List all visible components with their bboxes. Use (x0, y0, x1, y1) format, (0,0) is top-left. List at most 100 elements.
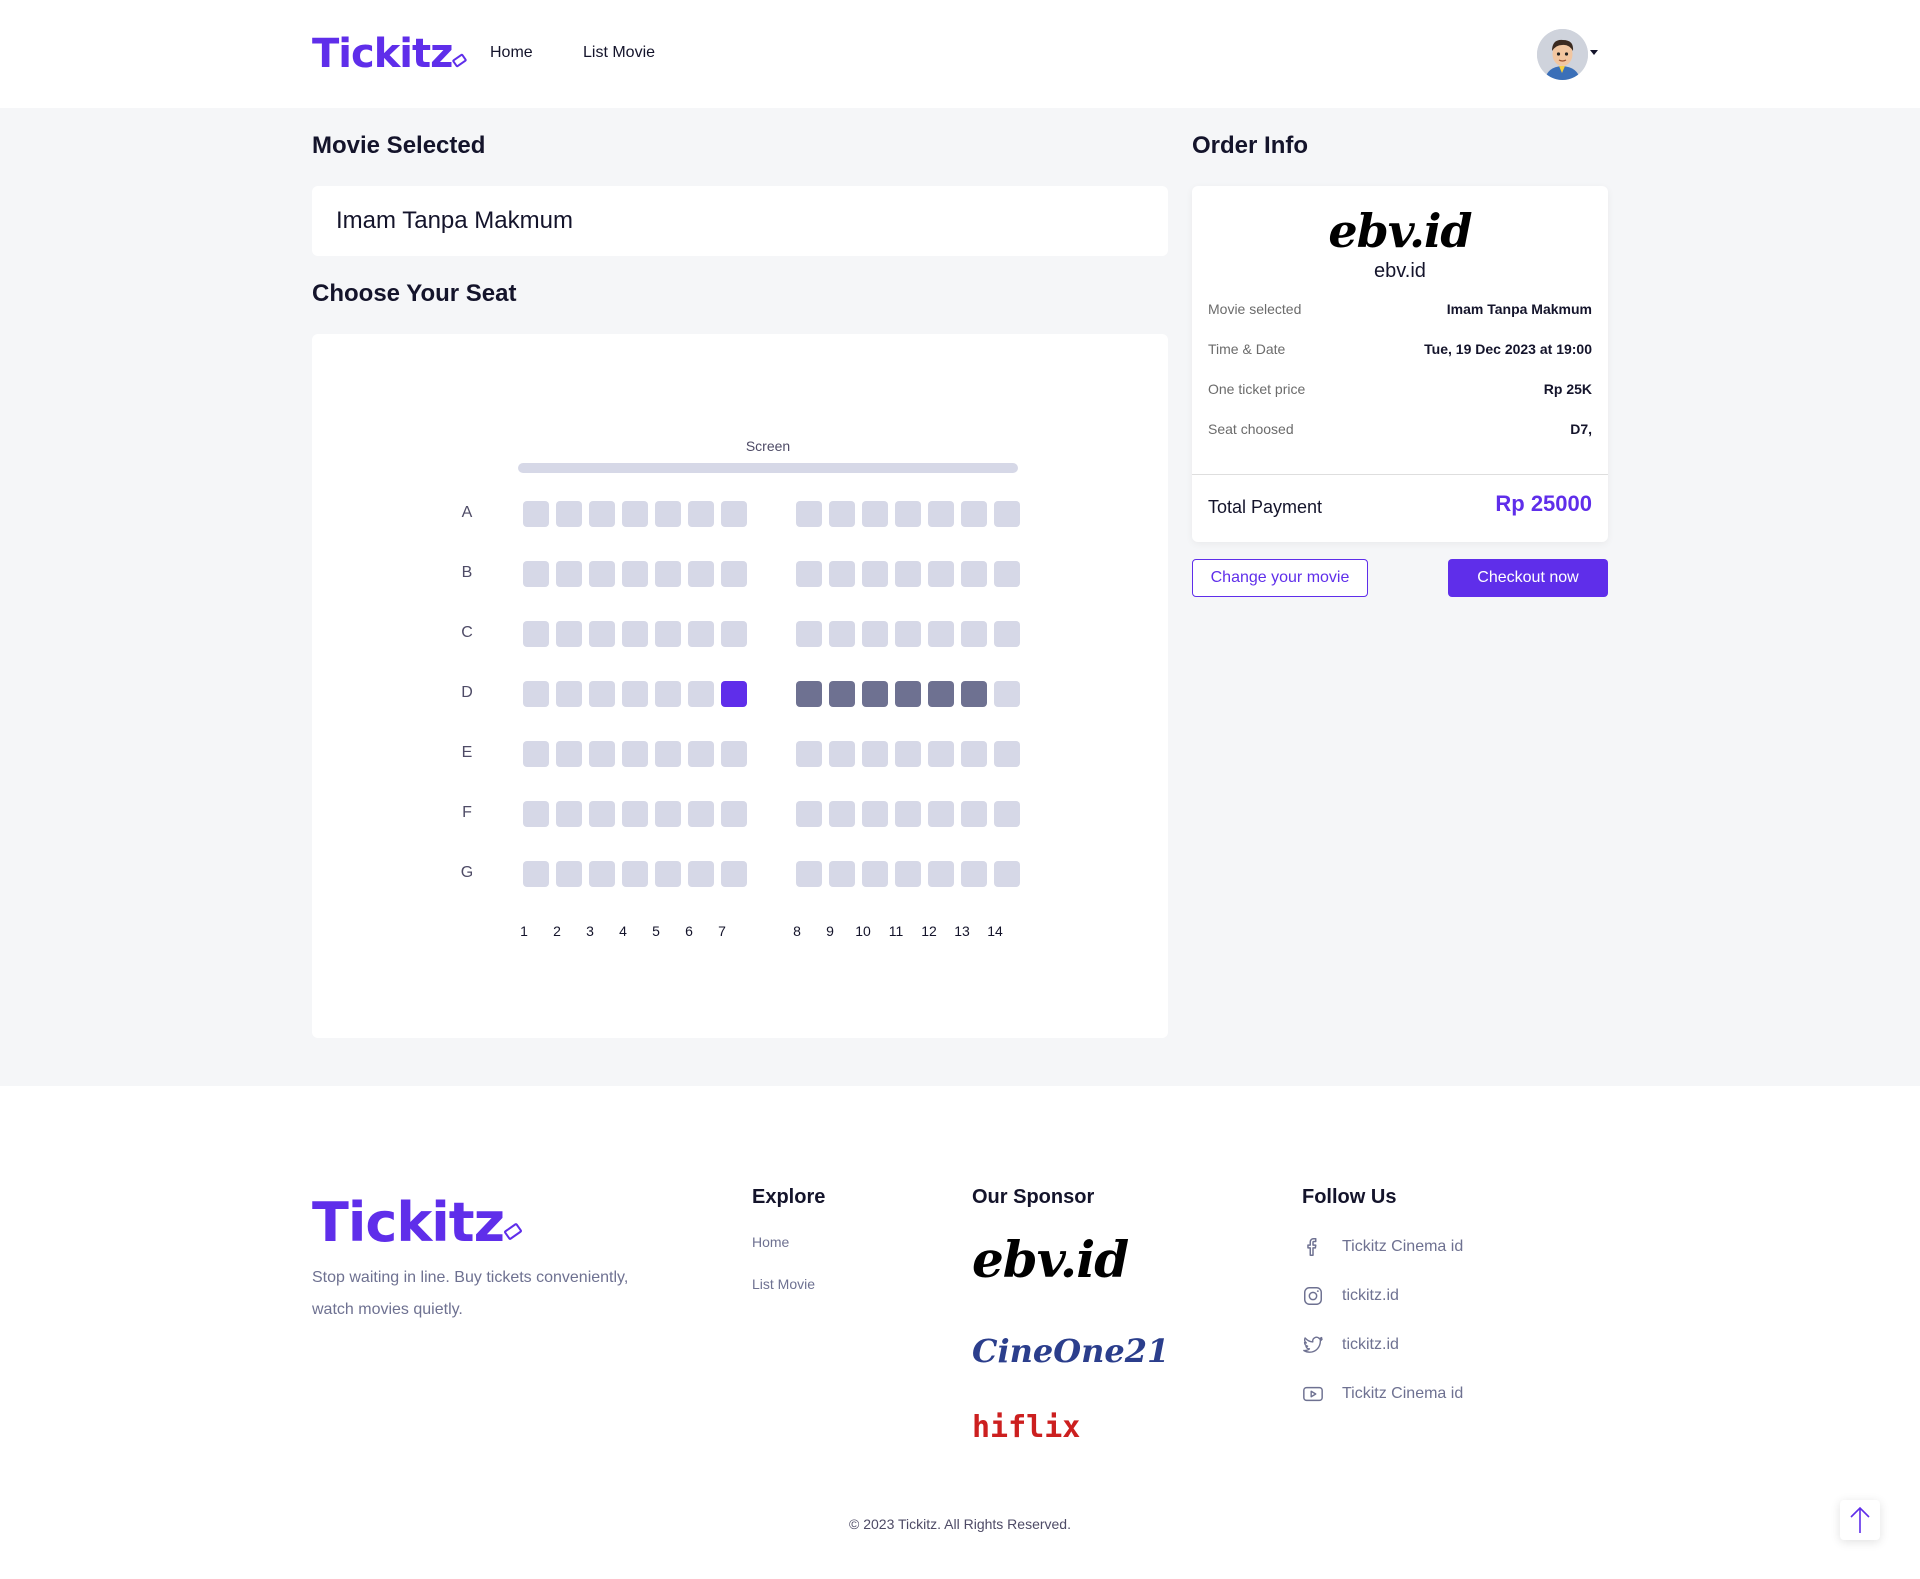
change-movie-button[interactable]: Change your movie (1192, 559, 1368, 597)
nav-list-movie-link[interactable]: List Movie (583, 44, 655, 62)
seat-c7[interactable] (721, 621, 747, 647)
seat-c5[interactable] (655, 621, 681, 647)
chevron-down-icon[interactable] (1590, 50, 1598, 55)
seat-e11[interactable] (895, 741, 921, 767)
footer-link-list-movie[interactable]: List Movie (752, 1276, 815, 1292)
seat-e13[interactable] (961, 741, 987, 767)
seat-d7[interactable] (721, 681, 747, 707)
seat-f13[interactable] (961, 801, 987, 827)
seat-c6[interactable] (688, 621, 714, 647)
seat-d8[interactable] (796, 681, 822, 707)
seat-a11[interactable] (895, 501, 921, 527)
seat-a8[interactable] (796, 501, 822, 527)
seat-b1[interactable] (523, 561, 549, 587)
seat-a13[interactable] (961, 501, 987, 527)
seat-b10[interactable] (862, 561, 888, 587)
social-youtube[interactable]: Tickitz Cinema id (1302, 1383, 1463, 1405)
seat-c1[interactable] (523, 621, 549, 647)
seat-d11[interactable] (895, 681, 921, 707)
seat-b9[interactable] (829, 561, 855, 587)
seat-a9[interactable] (829, 501, 855, 527)
seat-e9[interactable] (829, 741, 855, 767)
seat-d5[interactable] (655, 681, 681, 707)
seat-d14[interactable] (994, 681, 1020, 707)
seat-d1[interactable] (523, 681, 549, 707)
seat-f7[interactable] (721, 801, 747, 827)
scroll-to-top-button[interactable] (1840, 1500, 1880, 1540)
seat-a2[interactable] (556, 501, 582, 527)
seat-g14[interactable] (994, 861, 1020, 887)
seat-e12[interactable] (928, 741, 954, 767)
seat-g10[interactable] (862, 861, 888, 887)
seat-g5[interactable] (655, 861, 681, 887)
footer-logo[interactable]: Tickitz (312, 1194, 523, 1252)
seat-f9[interactable] (829, 801, 855, 827)
seat-f14[interactable] (994, 801, 1020, 827)
seat-c4[interactable] (622, 621, 648, 647)
seat-f12[interactable] (928, 801, 954, 827)
seat-d9[interactable] (829, 681, 855, 707)
seat-e14[interactable] (994, 741, 1020, 767)
seat-e2[interactable] (556, 741, 582, 767)
seat-c12[interactable] (928, 621, 954, 647)
seat-f1[interactable] (523, 801, 549, 827)
seat-e10[interactable] (862, 741, 888, 767)
seat-b12[interactable] (928, 561, 954, 587)
seat-a3[interactable] (589, 501, 615, 527)
seat-b4[interactable] (622, 561, 648, 587)
seat-f8[interactable] (796, 801, 822, 827)
seat-a1[interactable] (523, 501, 549, 527)
seat-b13[interactable] (961, 561, 987, 587)
seat-g8[interactable] (796, 861, 822, 887)
seat-g9[interactable] (829, 861, 855, 887)
nav-home-link[interactable]: Home (490, 44, 533, 62)
seat-e8[interactable] (796, 741, 822, 767)
seat-e1[interactable] (523, 741, 549, 767)
seat-a5[interactable] (655, 501, 681, 527)
seat-e7[interactable] (721, 741, 747, 767)
avatar[interactable] (1537, 29, 1588, 80)
seat-a7[interactable] (721, 501, 747, 527)
seat-b2[interactable] (556, 561, 582, 587)
seat-f6[interactable] (688, 801, 714, 827)
seat-f3[interactable] (589, 801, 615, 827)
seat-b8[interactable] (796, 561, 822, 587)
footer-link-home[interactable]: Home (752, 1234, 789, 1250)
seat-f2[interactable] (556, 801, 582, 827)
seat-b7[interactable] (721, 561, 747, 587)
seat-g3[interactable] (589, 861, 615, 887)
seat-a6[interactable] (688, 501, 714, 527)
seat-d3[interactable] (589, 681, 615, 707)
seat-a4[interactable] (622, 501, 648, 527)
seat-a14[interactable] (994, 501, 1020, 527)
seat-d4[interactable] (622, 681, 648, 707)
seat-c13[interactable] (961, 621, 987, 647)
seat-f5[interactable] (655, 801, 681, 827)
seat-g7[interactable] (721, 861, 747, 887)
seat-g13[interactable] (961, 861, 987, 887)
seat-g4[interactable] (622, 861, 648, 887)
social-facebook[interactable]: Tickitz Cinema id (1302, 1236, 1463, 1258)
seat-b5[interactable] (655, 561, 681, 587)
seat-c11[interactable] (895, 621, 921, 647)
social-twitter[interactable]: tickitz.id (1302, 1334, 1399, 1356)
social-instagram[interactable]: tickitz.id (1302, 1285, 1399, 1307)
seat-b3[interactable] (589, 561, 615, 587)
seat-g6[interactable] (688, 861, 714, 887)
seat-g2[interactable] (556, 861, 582, 887)
seat-c14[interactable] (994, 621, 1020, 647)
seat-c2[interactable] (556, 621, 582, 647)
seat-b14[interactable] (994, 561, 1020, 587)
seat-a10[interactable] (862, 501, 888, 527)
seat-e3[interactable] (589, 741, 615, 767)
seat-c3[interactable] (589, 621, 615, 647)
seat-g12[interactable] (928, 861, 954, 887)
tickitz-logo[interactable]: Tickitz (312, 32, 468, 76)
seat-d10[interactable] (862, 681, 888, 707)
seat-d12[interactable] (928, 681, 954, 707)
seat-f11[interactable] (895, 801, 921, 827)
seat-e4[interactable] (622, 741, 648, 767)
seat-f10[interactable] (862, 801, 888, 827)
seat-f4[interactable] (622, 801, 648, 827)
seat-b11[interactable] (895, 561, 921, 587)
